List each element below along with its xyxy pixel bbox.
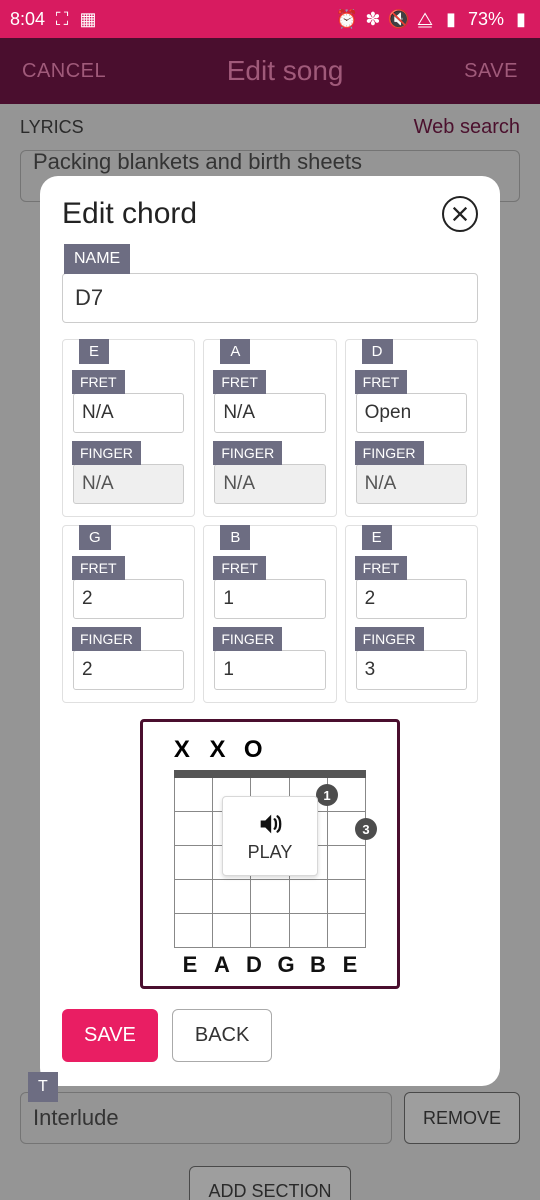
fret-label: FRET xyxy=(355,556,408,580)
fret-label: FRET xyxy=(213,556,266,580)
string-name-label: A xyxy=(220,339,250,364)
bluetooth-icon: ✽ xyxy=(364,9,382,30)
fret-label: FRET xyxy=(72,370,125,394)
fret-input[interactable]: 2 xyxy=(356,579,467,619)
chord-name-input[interactable] xyxy=(62,273,478,323)
nut xyxy=(174,770,366,778)
finger-label: FINGER xyxy=(213,441,282,465)
clock: 8:04 xyxy=(10,9,45,30)
finger-label: FINGER xyxy=(72,627,141,651)
string-name: E xyxy=(334,952,366,978)
string-name-label: E xyxy=(79,339,109,364)
save-button[interactable]: SAVE xyxy=(464,60,518,83)
type-tag: T xyxy=(28,1072,58,1102)
mute-marker: X xyxy=(172,736,192,764)
marker-blank xyxy=(315,736,335,764)
finger-input[interactable]: N/A xyxy=(356,464,467,504)
edit-chord-modal: Edit chord NAME E FRET N/A FINGER N/A A … xyxy=(40,176,500,1086)
status-bar: 8:04 ⛶ ▦ ⏰ ✽ 🔇 ⧋ ▮ 73% ▮ xyxy=(0,0,540,38)
string-card-2: D FRET Open FINGER N/A xyxy=(345,339,478,517)
string-card-0: E FRET N/A FINGER N/A xyxy=(62,339,195,517)
modal-title: Edit chord xyxy=(62,197,197,231)
calendar-icon: ▦ xyxy=(79,9,97,30)
battery-icon: ▮ xyxy=(512,9,530,30)
string-name: E xyxy=(174,952,206,978)
alarm-icon: ⏰ xyxy=(338,9,356,30)
string-name-label: D xyxy=(362,339,393,364)
string-card-4: B FRET 1 FINGER 1 xyxy=(203,525,336,703)
battery-text: 73% xyxy=(468,9,504,30)
fret-label: FRET xyxy=(72,556,125,580)
name-label: NAME xyxy=(64,244,130,274)
finger-label: FINGER xyxy=(355,441,424,465)
signal-icon: ▮ xyxy=(442,9,460,30)
string-name: A xyxy=(206,952,238,978)
page-title: Edit song xyxy=(227,55,344,87)
finger-label: FINGER xyxy=(72,441,141,465)
fret-label: FRET xyxy=(213,370,266,394)
wifi-icon: ⧋ xyxy=(416,9,434,30)
string-card-5: E FRET 2 FINGER 3 xyxy=(345,525,478,703)
play-button[interactable]: PLAY xyxy=(222,796,318,876)
mute-icon: 🔇 xyxy=(390,9,408,30)
sound-icon xyxy=(256,810,284,838)
fret-input[interactable]: N/A xyxy=(214,393,325,433)
close-icon xyxy=(451,205,469,223)
fret-input[interactable]: 2 xyxy=(73,579,184,619)
finger-input[interactable]: N/A xyxy=(214,464,325,504)
app-header: CANCEL Edit song SAVE xyxy=(0,38,540,104)
finger-dot: 3 xyxy=(355,818,377,840)
finger-label: FINGER xyxy=(355,627,424,651)
modal-save-button[interactable]: SAVE xyxy=(62,1009,158,1062)
string-name-label: E xyxy=(362,525,392,550)
cancel-button[interactable]: CANCEL xyxy=(22,60,106,83)
string-name-label: G xyxy=(79,525,111,550)
mute-marker: X xyxy=(208,736,228,764)
finger-input[interactable]: 2 xyxy=(73,650,184,690)
fret-input[interactable]: Open xyxy=(356,393,467,433)
modal-back-button[interactable]: BACK xyxy=(172,1009,272,1062)
fret-label: FRET xyxy=(355,370,408,394)
marker-blank xyxy=(350,736,370,764)
string-name: B xyxy=(302,952,334,978)
marker-blank xyxy=(279,736,299,764)
close-button[interactable] xyxy=(442,196,478,232)
finger-input[interactable]: 3 xyxy=(356,650,467,690)
finger-dot: 1 xyxy=(316,784,338,806)
play-label: PLAY xyxy=(248,842,293,863)
chord-diagram: XXO 13 EADGBE PLAY xyxy=(140,719,400,989)
string-name: D xyxy=(238,952,270,978)
finger-label: FINGER xyxy=(213,627,282,651)
open-marker: O xyxy=(243,736,263,764)
finger-input[interactable]: 1 xyxy=(214,650,325,690)
fret-input[interactable]: N/A xyxy=(73,393,184,433)
string-name-label: B xyxy=(220,525,250,550)
string-card-1: A FRET N/A FINGER N/A xyxy=(203,339,336,517)
fret-input[interactable]: 1 xyxy=(214,579,325,619)
finger-input[interactable]: N/A xyxy=(73,464,184,504)
string-card-3: G FRET 2 FINGER 2 xyxy=(62,525,195,703)
scan-icon: ⛶ xyxy=(53,9,71,30)
string-name: G xyxy=(270,952,302,978)
